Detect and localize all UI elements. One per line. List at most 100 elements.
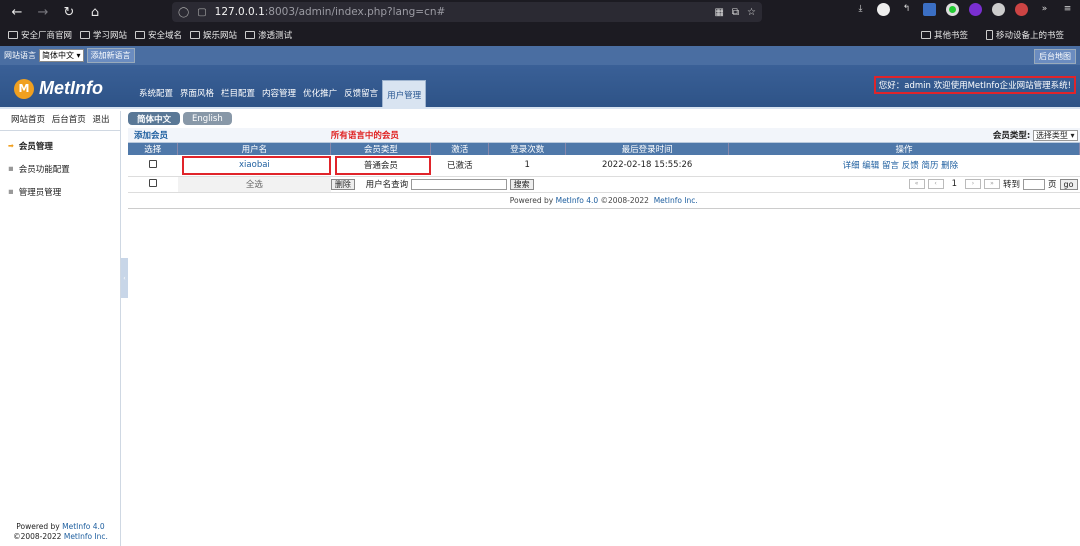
footer-link[interactable]: MetInfo 4.0: [62, 522, 105, 531]
mobile-icon: [985, 30, 993, 40]
extension-icon[interactable]: [877, 3, 890, 16]
address-bar[interactable]: ◯ ▢ 127.0.0.1:8003/admin/index.php?lang=…: [172, 2, 762, 22]
link-admin-home[interactable]: 后台首页: [52, 115, 86, 125]
folder-icon: [245, 31, 256, 39]
page-input[interactable]: [1023, 178, 1045, 190]
menu-seo[interactable]: 优化推广: [300, 87, 341, 107]
browser-navbar: ← → ↻ ⌂ ◯ ▢ 127.0.0.1:8003/admin/index.p…: [0, 0, 1080, 24]
prev-page-button[interactable]: ‹: [927, 179, 944, 189]
logo[interactable]: M MetInfo: [14, 78, 103, 99]
row-checkbox[interactable]: [148, 159, 157, 168]
chevron-left-icon: ‹: [123, 274, 126, 282]
qr-icon[interactable]: ▦: [714, 7, 723, 18]
page-icon: ▢: [197, 6, 207, 18]
url-path: :8003/admin/index.php?lang=cn#: [264, 6, 446, 18]
go-button[interactable]: go: [1059, 178, 1078, 190]
select-all-label[interactable]: 全选: [246, 180, 263, 190]
language-tabs: 简体中文 English: [128, 111, 1080, 128]
delete-button[interactable]: 删除: [330, 179, 355, 190]
sidebar-footer: Powered by MetInfo 4.0 ©2008-2022 MetInf…: [0, 522, 121, 542]
bookmark-folder[interactable]: 安全厂商官网: [8, 29, 72, 41]
other-bookmarks[interactable]: 其他书签: [920, 29, 968, 41]
menu-users[interactable]: 用户管理: [382, 80, 427, 107]
browser-chrome: ← → ↻ ⌂ ◯ ▢ 127.0.0.1:8003/admin/index.p…: [0, 0, 1080, 46]
extension-icon[interactable]: ↰: [900, 3, 913, 16]
sidebar-item-label: 会员功能配置: [18, 165, 70, 175]
extension-icon[interactable]: [969, 3, 982, 16]
table-footer-row: 全选 删除 用户名查询 搜索 « ‹ 1 › » 转到 页 go: [128, 176, 1080, 193]
sidebar-item-label: 管理员管理: [18, 188, 62, 198]
chevron-down-icon: ▾: [1070, 130, 1075, 140]
tab-chinese[interactable]: 简体中文: [128, 112, 181, 125]
select-all-checkbox[interactable]: [148, 178, 157, 187]
bookmark-folder[interactable]: 渗透测试: [245, 29, 292, 41]
link-logout[interactable]: 退出: [92, 115, 109, 125]
action-message[interactable]: 留言: [882, 161, 899, 171]
next-page-button[interactable]: ›: [964, 179, 981, 189]
first-page-button[interactable]: «: [908, 179, 925, 189]
member-type-value: 选择类型: [1035, 130, 1068, 140]
menu-icon[interactable]: ≡: [1061, 3, 1074, 16]
tab-english[interactable]: English: [183, 112, 232, 125]
action-edit[interactable]: 编辑: [862, 161, 879, 171]
bookmarks-bar: 安全厂商官网 学习网站 安全域名 娱乐网站 渗透测试 其他书签 移动设备上的书签: [0, 24, 1080, 46]
bookmark-folder[interactable]: 学习网站: [80, 29, 127, 41]
folder-icon: [80, 31, 91, 39]
username-link[interactable]: xiaobai: [239, 160, 270, 170]
menu-feedback[interactable]: 反馈留言: [341, 87, 382, 107]
logo-text: MetInfo: [39, 78, 103, 98]
action-delete[interactable]: 删除: [941, 161, 958, 171]
sitemap-button[interactable]: 后台地图: [1034, 49, 1076, 64]
add-member-link[interactable]: 添加会员: [134, 131, 168, 141]
sidebar-item-admins[interactable]: ▪ 管理员管理: [0, 177, 120, 200]
back-icon[interactable]: ←: [8, 3, 26, 21]
page-unit-label: 页: [1048, 180, 1057, 190]
mobile-bookmarks[interactable]: 移动设备上的书签: [985, 29, 1064, 41]
collapse-handle[interactable]: ‹: [121, 258, 128, 298]
overflow-icon[interactable]: »: [1038, 3, 1051, 16]
menu-system[interactable]: 系统配置: [136, 87, 177, 107]
extension-icon[interactable]: [946, 3, 959, 16]
menu-columns[interactable]: 栏目配置: [218, 87, 259, 107]
forward-icon[interactable]: →: [34, 3, 52, 21]
last-page-button[interactable]: »: [983, 179, 1000, 189]
extension-icon[interactable]: [1015, 3, 1028, 16]
download-icon[interactable]: ⤓: [854, 3, 867, 16]
footer-link[interactable]: MetInfo Inc.: [64, 532, 108, 541]
menu-content[interactable]: 内容管理: [259, 87, 300, 107]
extension-icon[interactable]: [992, 3, 1005, 16]
all-members-title: 所有语言中的会员: [330, 130, 399, 141]
powered-link[interactable]: MetInfo 4.0: [556, 196, 599, 205]
copyright-link[interactable]: MetInfo Inc.: [654, 196, 698, 205]
footer-text: Powered by: [16, 522, 60, 531]
action-detail[interactable]: 详细: [843, 161, 860, 171]
logo-mark: M: [14, 78, 34, 99]
table-toolbar: 添加会员 所有语言中的会员 会员类型: 选择类型 ▾: [128, 128, 1080, 143]
arrow-icon: ➡: [8, 142, 14, 150]
add-language-button[interactable]: 添加新语言: [86, 48, 135, 63]
star-icon[interactable]: ☆: [747, 7, 756, 18]
bookmark-folder[interactable]: 娱乐网站: [190, 29, 237, 41]
sidebar-item-member-config[interactable]: ▪ 会员功能配置: [0, 154, 120, 177]
home-icon[interactable]: ⌂: [86, 3, 104, 21]
bookmark-folder[interactable]: 安全域名: [135, 29, 182, 41]
col-actions: 操作: [728, 142, 1080, 155]
pagination: « ‹ 1 › » 转到 页 go: [908, 178, 1078, 190]
bookmark-label: 其他书签: [933, 31, 968, 41]
sidebar-item-members[interactable]: ➡ 会员管理: [0, 131, 120, 154]
member-type-select[interactable]: 选择类型 ▾: [1032, 129, 1078, 141]
member-type-label: 会员类型:: [992, 130, 1031, 141]
reload-icon[interactable]: ↻: [60, 3, 78, 21]
translate-icon[interactable]: ⧉: [732, 7, 739, 18]
col-activated: 激活: [430, 142, 490, 155]
members-table: 添加会员 所有语言中的会员 会员类型: 选择类型 ▾ 选择 用户名 会员类型 激…: [128, 128, 1080, 209]
bookmark-label: 移动设备上的书签: [995, 31, 1064, 41]
link-site-home[interactable]: 网站首页: [11, 115, 45, 125]
action-resume[interactable]: 简历: [921, 161, 938, 171]
username-search-input[interactable]: [410, 179, 507, 190]
search-button[interactable]: 搜索: [509, 179, 534, 190]
action-feedback[interactable]: 反馈: [902, 161, 919, 171]
language-select[interactable]: 简体中文 ▾: [39, 49, 84, 62]
extension-icon[interactable]: [923, 3, 936, 16]
menu-style[interactable]: 界面风格: [177, 87, 218, 107]
